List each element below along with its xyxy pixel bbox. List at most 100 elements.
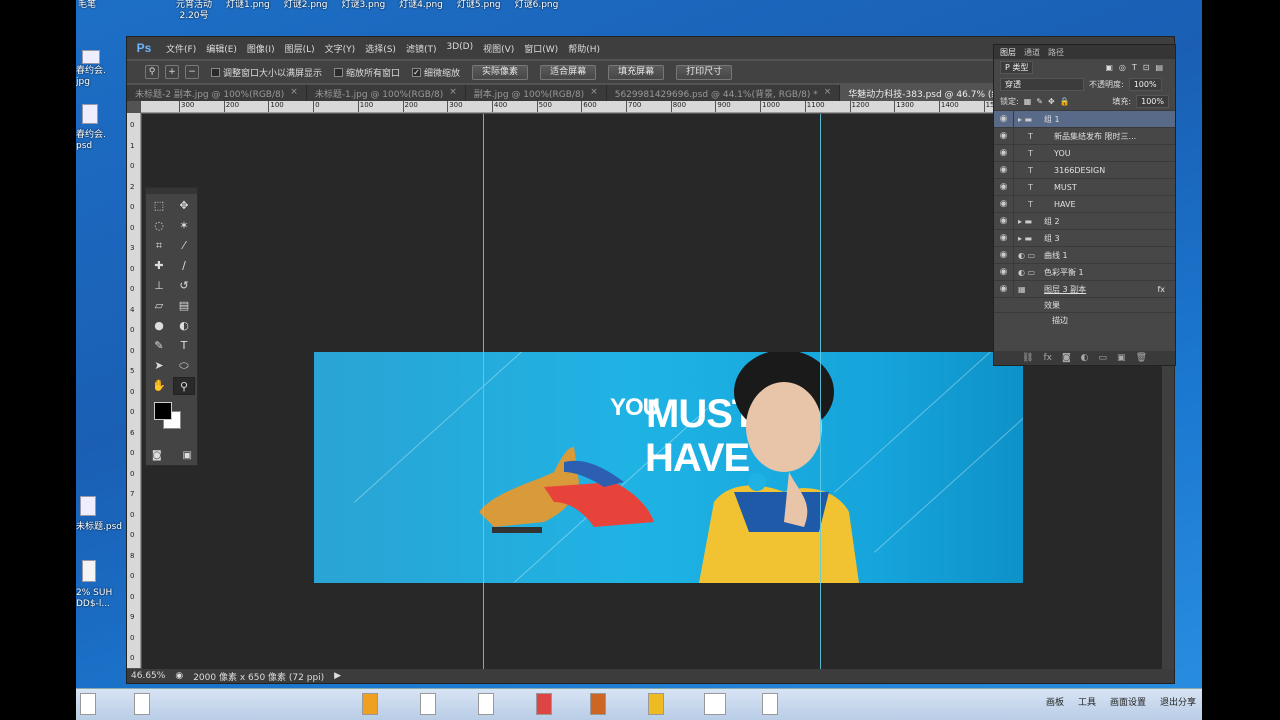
layer-row[interactable]: ◉ ▸ ▬ 组 2 (994, 212, 1175, 230)
document-tab-3[interactable]: 5629981429696.psd @ 44.1%(背景, RGB/8) * × (607, 85, 841, 101)
layer-row[interactable]: ◉ ▸ ▬ 组 3 (994, 229, 1175, 247)
fill-screen-button[interactable]: 填充屏幕 (608, 64, 665, 80)
opacity-input[interactable]: 100% (1128, 78, 1162, 91)
healing-brush-tool-icon[interactable]: ✚ (148, 257, 170, 275)
taskbar-app-icon-3[interactable] (590, 693, 606, 715)
menu-item-0[interactable]: 文件(F) (161, 42, 201, 55)
layer-row[interactable]: ◉ ▦ 图层 3 副本 fx (994, 280, 1175, 298)
pen-tool-icon[interactable]: ✎ (148, 337, 170, 355)
visibility-eye-icon[interactable]: ◉ (994, 178, 1014, 196)
layer-row[interactable]: ◉ ◐ ▭ 色彩平衡 1 (994, 263, 1175, 281)
menu-item-6[interactable]: 滤镜(T) (401, 42, 442, 55)
add-mask-icon[interactable]: ◙ (1062, 351, 1071, 365)
visibility-eye-icon[interactable]: ◉ (994, 229, 1014, 247)
desktop-file-5[interactable]: 灯谜5.png (457, 0, 501, 24)
taskbar-button-0[interactable]: 画板 (1046, 695, 1064, 708)
taskbar-doc-icon-2[interactable] (478, 693, 494, 715)
taskbar-button-1[interactable]: 工具 (1078, 695, 1096, 708)
word-app-icon-2[interactable] (134, 693, 150, 715)
zoom-in-icon[interactable]: + (165, 65, 179, 79)
eyedropper-tool-icon[interactable]: ⁄ (173, 237, 195, 255)
history-brush-tool-icon[interactable]: ↺ (173, 277, 195, 295)
quick-mask-icon[interactable]: ◙ (152, 450, 162, 461)
layer-row[interactable]: ◉ T 新品集结发布 限时三... (994, 127, 1175, 145)
visibility-eye-icon[interactable]: ◉ (994, 110, 1014, 128)
layer-row[interactable]: ◉ ◐ ▭ 曲线 1 (994, 246, 1175, 264)
desktop-label-untitled[interactable]: 未标题.psd (76, 522, 122, 533)
word-app-icon[interactable] (80, 693, 96, 715)
desktop-file-4[interactable]: 灯谜4.png (399, 0, 443, 24)
hand-tool-icon[interactable]: ✋ (148, 377, 170, 395)
crop-tool-icon[interactable]: ⌗ (148, 237, 170, 255)
taskbar-doc-icon-3[interactable] (704, 693, 726, 715)
zoom-tool-active-icon[interactable]: ⚲ (173, 377, 195, 395)
adjustment-layer-icon[interactable]: ◐ (1081, 351, 1089, 365)
menu-item-2[interactable]: 图像(I) (242, 42, 280, 55)
close-tab-icon[interactable]: × (449, 87, 457, 99)
layers-panel-tab-0[interactable]: 图层 (1000, 47, 1016, 58)
layers-panel-tab-1[interactable]: 通道 (1024, 47, 1040, 58)
lock-icons[interactable]: ▦✎✥🔒 (1024, 97, 1075, 106)
magic-wand-tool-icon[interactable]: ✶ (173, 217, 195, 235)
zoom-tool-icon[interactable]: ⚲ (145, 65, 159, 79)
marquee-tool-icon[interactable]: ⬚ (148, 197, 170, 215)
filter-icons[interactable]: ▣◎T⊡▤ (1105, 63, 1175, 72)
guide-line-right[interactable] (820, 114, 821, 669)
blur-tool-icon[interactable]: ● (148, 317, 170, 335)
zoom-all-checkbox[interactable]: 缩放所有窗口 (334, 66, 400, 79)
visibility-eye-icon[interactable]: ◉ (994, 212, 1014, 230)
taskbar-doc-icon-1[interactable] (420, 693, 436, 715)
taskbar-button-2[interactable]: 画面设置 (1110, 695, 1146, 708)
close-tab-icon[interactable]: × (290, 87, 298, 99)
close-tab-icon[interactable]: × (590, 87, 598, 99)
menu-item-8[interactable]: 视图(V) (478, 42, 519, 55)
lasso-tool-icon[interactable]: ◌ (148, 217, 170, 235)
status-arrow-icon[interactable]: ▶ (334, 671, 341, 681)
new-group-icon[interactable]: ▭ (1099, 351, 1108, 365)
document-tab-2[interactable]: 副本.jpg @ 100%(RGB/8) × (466, 85, 607, 101)
desktop-label-brush[interactable]: 毛笔 (78, 0, 96, 11)
guide-line-left[interactable] (483, 114, 484, 669)
gradient-tool-icon[interactable]: ▤ (173, 297, 195, 315)
desktop-file-0[interactable]: 元宵活动 2.20号 (176, 0, 212, 24)
fill-input[interactable]: 100% (1136, 95, 1169, 108)
type-tool-icon[interactable]: T (173, 337, 195, 355)
layer-row[interactable]: ◉ T MUST (994, 178, 1175, 196)
visibility-eye-icon[interactable]: ◉ (994, 195, 1014, 213)
layers-panel-tab-2[interactable]: 路径 (1048, 47, 1064, 58)
zoom-level[interactable]: 46.65% (131, 671, 165, 681)
document-tab-0[interactable]: 未标题-2 副本.jpg @ 100%(RGB/8) × (127, 85, 307, 101)
move-tool-icon[interactable]: ✥ (173, 197, 195, 215)
visibility-eye-icon[interactable]: ◉ (994, 246, 1014, 264)
add-style-icon[interactable]: fx (1043, 351, 1052, 365)
eraser-tool-icon[interactable]: ▱ (148, 297, 170, 315)
taskbar-doc-icon-4[interactable] (762, 693, 778, 715)
link-layers-icon[interactable]: ⛓ (1022, 351, 1033, 365)
status-info-icon[interactable]: ◉ (175, 671, 183, 681)
desktop-file-1[interactable]: 灯谜1.png (226, 0, 270, 24)
layer-row[interactable]: ◉ ▸ ▬ 组 1 (994, 110, 1175, 128)
screen-mode-icon[interactable]: ▣ (183, 450, 192, 461)
layer-row[interactable]: ◉ T YOU (994, 144, 1175, 162)
scrubby-zoom-checkbox[interactable]: ✓ 细微缩放 (412, 66, 460, 79)
delete-layer-icon[interactable]: 🗑 (1136, 351, 1147, 365)
menu-item-4[interactable]: 文字(Y) (320, 42, 361, 55)
dodge-tool-icon[interactable]: ◐ (173, 317, 195, 335)
desktop-file-6[interactable]: 灯谜6.png (515, 0, 559, 24)
resize-windows-checkbox[interactable]: 调整窗口大小以满屏显示 (211, 66, 322, 79)
visibility-eye-icon[interactable]: ◉ (994, 161, 1014, 179)
visibility-eye-icon[interactable]: ◉ (994, 127, 1014, 145)
zoom-out-icon[interactable]: − (185, 65, 199, 79)
layer-filter-select[interactable]: P 类型 (1000, 61, 1034, 74)
menu-item-9[interactable]: 窗口(W) (519, 42, 563, 55)
desktop-file-3[interactable]: 灯谜3.png (341, 0, 385, 24)
taskbar-button-3[interactable]: 退出分享 (1160, 695, 1196, 708)
desktop-label-jpg[interactable]: 春约会. jpg (76, 66, 106, 88)
menu-item-1[interactable]: 编辑(E) (201, 42, 242, 55)
taskbar-app-icon-4[interactable] (648, 693, 664, 715)
visibility-eye-icon[interactable]: ◉ (994, 144, 1014, 162)
menu-item-7[interactable]: 3D(D) (441, 42, 478, 55)
layer-stroke-row[interactable]: 描边 (994, 312, 1175, 327)
actual-pixels-button[interactable]: 实际像素 (472, 64, 529, 80)
clone-stamp-tool-icon[interactable]: ⊥ (148, 277, 170, 295)
